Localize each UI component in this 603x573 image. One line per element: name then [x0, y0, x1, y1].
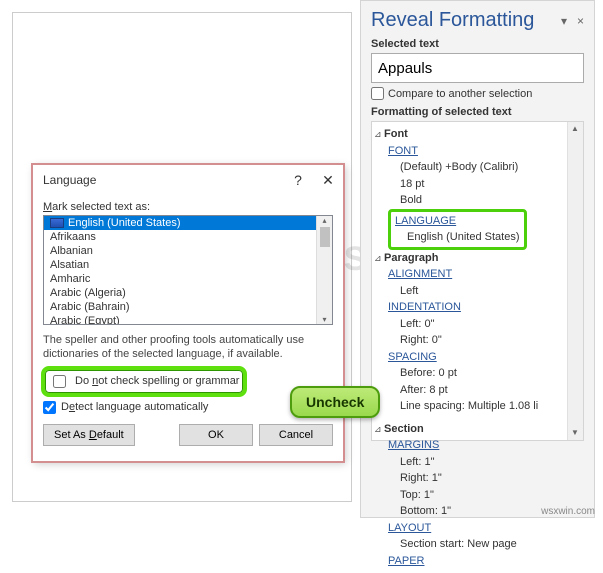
formatting-scrollbar[interactable]: ▲ ▼: [567, 122, 583, 440]
ok-button[interactable]: OK: [179, 424, 253, 446]
margins-link[interactable]: MARGINS: [388, 439, 439, 451]
layout-value: Section start: New page: [374, 536, 581, 553]
reveal-formatting-pane: Reveal Formatting ▾ × Selected text Comp…: [360, 0, 595, 518]
line-spacing: Line spacing: Multiple 1.08 li: [374, 398, 581, 415]
list-item[interactable]: Arabic (Egypt): [44, 314, 332, 325]
list-item[interactable]: Alsatian: [44, 258, 332, 272]
compare-checkbox[interactable]: [371, 87, 384, 100]
font-bold: Bold: [374, 192, 581, 209]
language-listbox[interactable]: English (United States) Afrikaans Albani…: [43, 215, 333, 325]
formatting-label: Formatting of selected text: [371, 106, 584, 118]
cancel-button[interactable]: Cancel: [259, 424, 333, 446]
spacing-before: Before: 0 pt: [374, 365, 581, 382]
margin-left: Left: 1": [374, 454, 581, 471]
section-section-header[interactable]: Section: [384, 423, 424, 435]
indent-right: Right: 0": [374, 332, 581, 349]
alignment-link[interactable]: ALIGNMENT: [388, 268, 452, 280]
formatting-box: ⊿Font FONT (Default) +Body (Calibri) 18 …: [371, 121, 584, 441]
list-item[interactable]: Arabic (Algeria): [44, 286, 332, 300]
paragraph-section-header[interactable]: Paragraph: [384, 252, 438, 264]
pane-menu-button[interactable]: ▾: [561, 14, 567, 28]
dialog-title: Language: [43, 173, 283, 187]
alignment-value: Left: [374, 283, 581, 300]
selected-text-input[interactable]: [371, 53, 584, 83]
font-default: (Default) +Body (Calibri): [374, 159, 581, 176]
set-default-button[interactable]: Set As DefaultSet As Default: [43, 424, 135, 446]
uncheck-callout: Uncheck: [290, 386, 380, 418]
help-button[interactable]: ?: [283, 172, 313, 189]
selected-text-label: Selected text: [371, 38, 584, 50]
no-check-spelling-checkbox[interactable]: [53, 375, 66, 388]
language-link[interactable]: LANGUAGE: [395, 215, 456, 227]
spellcheck-icon: [50, 218, 64, 228]
spacing-after: After: 8 pt: [374, 382, 581, 399]
indentation-link[interactable]: INDENTATION: [388, 301, 461, 313]
list-item[interactable]: Afrikaans: [44, 230, 332, 244]
list-item[interactable]: Arabic (Bahrain): [44, 300, 332, 314]
pane-close-button[interactable]: ×: [577, 14, 584, 28]
list-item[interactable]: Albanian: [44, 244, 332, 258]
no-check-spelling-label: Do not check spelling or grammarDo not c…: [75, 375, 239, 387]
pane-title: Reveal Formatting: [371, 9, 534, 32]
detect-language-checkbox[interactable]: [43, 401, 56, 414]
scroll-down-icon[interactable]: ▾: [322, 315, 326, 324]
paper-link[interactable]: PAPER: [388, 555, 424, 567]
margin-top: Top: 1": [374, 487, 581, 504]
image-credit: wsxwin.com: [541, 506, 595, 517]
listbox-scrollbar[interactable]: ▴ ▾: [316, 216, 332, 324]
spacing-link[interactable]: SPACING: [388, 351, 437, 363]
font-section-header[interactable]: Font: [384, 128, 408, 140]
detect-language-label: Detect language automaticallyDetect lang…: [61, 401, 208, 413]
close-button[interactable]: ✕: [313, 172, 343, 189]
mark-selected-label: MMark selected text as:ark selected text…: [43, 201, 333, 213]
scroll-down-icon[interactable]: ▼: [568, 426, 582, 440]
scroll-up-icon[interactable]: ▲: [568, 122, 582, 136]
list-item[interactable]: Amharic: [44, 272, 332, 286]
language-value: English (United States): [395, 229, 520, 246]
font-link[interactable]: FONT: [388, 145, 418, 157]
compare-label: Compare to another selection: [388, 88, 532, 100]
margin-right: Right: 1": [374, 470, 581, 487]
layout-link[interactable]: LAYOUT: [388, 522, 431, 534]
font-size: 18 pt: [374, 176, 581, 193]
scroll-thumb[interactable]: [320, 227, 330, 247]
list-item: English (United States): [44, 216, 332, 230]
indent-left: Left: 0": [374, 316, 581, 333]
speller-note: The speller and other proofing tools aut…: [43, 333, 333, 362]
scroll-up-icon[interactable]: ▴: [322, 216, 326, 225]
